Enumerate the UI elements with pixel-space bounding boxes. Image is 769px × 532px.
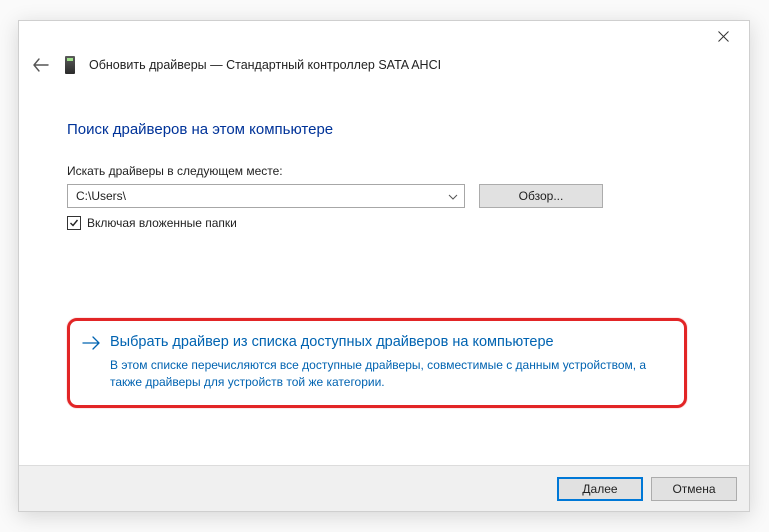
driver-update-dialog: Обновить драйверы — Стандартный контролл… bbox=[18, 20, 750, 512]
header: Обновить драйверы — Стандартный контролл… bbox=[19, 51, 749, 85]
next-label: Далее bbox=[582, 482, 617, 496]
device-icon bbox=[65, 56, 75, 74]
close-icon bbox=[718, 31, 729, 42]
content-area: Поиск драйверов на этом компьютере Искат… bbox=[19, 85, 749, 408]
cancel-label: Отмена bbox=[672, 482, 715, 496]
search-location-label: Искать драйверы в следующем месте: bbox=[67, 164, 701, 178]
dialog-title: Обновить драйверы — Стандартный контролл… bbox=[89, 58, 441, 72]
chevron-down-icon bbox=[448, 189, 458, 203]
next-button[interactable]: Далее bbox=[557, 477, 643, 501]
titlebar bbox=[19, 21, 749, 51]
include-subfolders-label: Включая вложенные папки bbox=[87, 216, 237, 230]
dialog-footer: Далее Отмена bbox=[19, 465, 749, 511]
include-subfolders-row[interactable]: Включая вложенные папки bbox=[67, 216, 701, 230]
back-arrow-icon bbox=[33, 58, 49, 72]
close-button[interactable] bbox=[703, 23, 743, 49]
browse-button[interactable]: Обзор... bbox=[479, 184, 603, 208]
option-description: В этом списке перечисляются все доступны… bbox=[110, 357, 662, 392]
back-button[interactable] bbox=[31, 55, 51, 75]
path-row: C:\Users\ Обзор... bbox=[67, 184, 701, 208]
page-heading: Поиск драйверов на этом компьютере bbox=[67, 121, 701, 138]
option-title: Выбрать драйвер из списка доступных драй… bbox=[110, 333, 662, 353]
path-combobox[interactable]: C:\Users\ bbox=[67, 184, 465, 208]
cancel-button[interactable]: Отмена bbox=[651, 477, 737, 501]
path-value: C:\Users\ bbox=[76, 189, 126, 203]
arrow-right-icon bbox=[82, 335, 100, 354]
checkmark-icon bbox=[69, 218, 79, 228]
include-subfolders-checkbox[interactable] bbox=[67, 216, 81, 230]
browse-label: Обзор... bbox=[519, 189, 564, 203]
pick-from-list-option[interactable]: Выбрать драйвер из списка доступных драй… bbox=[67, 318, 687, 408]
